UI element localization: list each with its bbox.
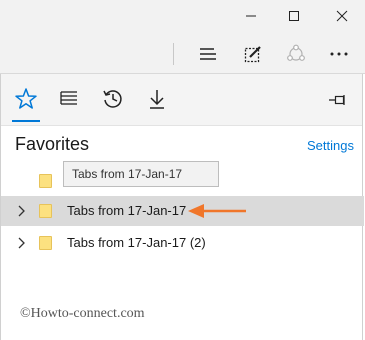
web-note-icon [244, 46, 261, 63]
chevron-right-icon[interactable] [15, 237, 27, 249]
downloads-icon [150, 90, 164, 109]
folder-icon [39, 174, 52, 188]
browser-toolbar [0, 32, 365, 74]
history-icon [103, 90, 122, 108]
pin-button[interactable] [328, 90, 348, 110]
reading-list-icon [60, 91, 77, 105]
tab-history[interactable] [98, 84, 128, 114]
share-button[interactable] [279, 38, 313, 70]
hub-tab-bar [1, 74, 362, 126]
pin-icon [329, 95, 345, 105]
tab-downloads[interactable] [142, 84, 172, 114]
minimize-button[interactable] [228, 0, 274, 32]
annotation-arrow-icon [188, 204, 246, 218]
favorite-folder-row[interactable]: Tabs from 17-Jan-17 [1, 196, 364, 226]
hub-icon [200, 48, 216, 60]
maximize-button[interactable] [271, 0, 317, 32]
chevron-right-icon[interactable] [15, 205, 27, 217]
tooltip: Tabs from 17-Jan-17 [63, 161, 219, 187]
folder-icon [39, 236, 52, 250]
favorites-star-icon [15, 88, 37, 109]
close-button[interactable] [319, 0, 365, 32]
hub-button[interactable] [191, 38, 225, 70]
folder-icon [39, 204, 52, 218]
close-icon [336, 10, 348, 22]
share-icon [287, 44, 305, 61]
favorite-folder-label: Tabs from 17-Jan-17 [67, 203, 187, 218]
maximize-icon [289, 11, 299, 21]
active-tab-indicator [12, 120, 40, 122]
tab-favorites[interactable] [11, 84, 41, 114]
tab-reading-list[interactable] [54, 84, 84, 114]
settings-link[interactable]: Settings [307, 138, 354, 153]
hub-panel: Favorites Settings Tabs from 17-Jan-17 T… [0, 74, 364, 340]
watermark: ©Howto-connect.com [20, 306, 145, 321]
minimize-icon [246, 15, 256, 17]
more-button[interactable] [322, 38, 356, 70]
favorite-folder-label: Tabs from 17-Jan-17 (2) [67, 235, 206, 250]
favorites-title: Favorites [15, 134, 90, 154]
toolbar-divider [173, 43, 174, 65]
favorite-folder-row[interactable]: Tabs from 17-Jan-17 (2) [1, 228, 364, 258]
web-note-button[interactable] [236, 38, 270, 70]
title-bar [0, 0, 365, 32]
more-icon [330, 52, 348, 56]
